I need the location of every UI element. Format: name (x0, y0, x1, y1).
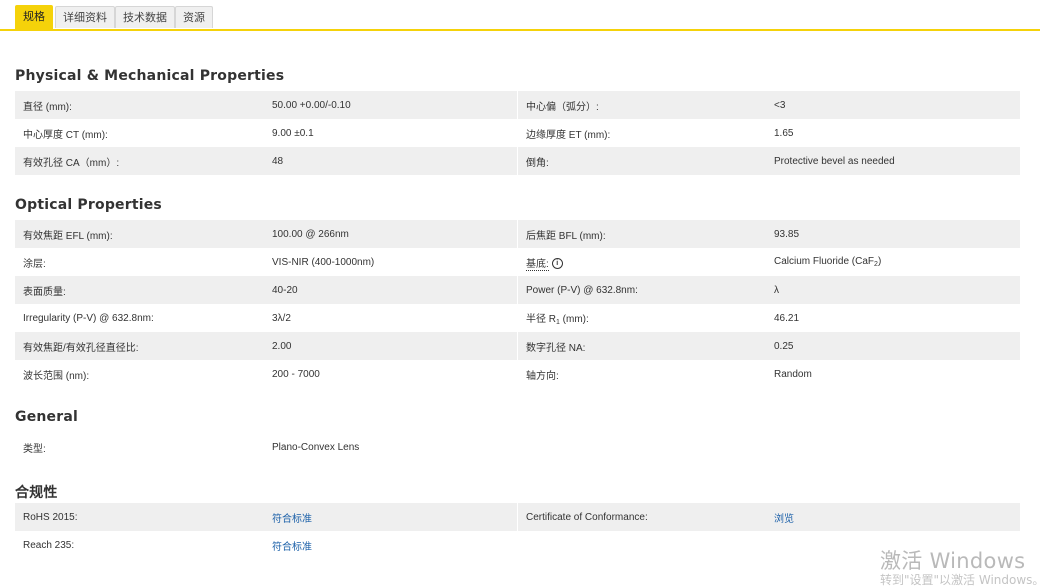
property-label: 倒角: (517, 147, 766, 175)
property-value: 3λ/2 (264, 304, 518, 332)
property-label: 数字孔径 NA: (517, 332, 766, 360)
section-title-general: General (15, 409, 78, 425)
property-label: 有效焦距 EFL (mm): (15, 220, 264, 248)
property-label-substrate[interactable]: 基底: i (518, 248, 767, 276)
property-value: 0.25 (766, 332, 1020, 360)
substrate-value: Calcium Fluoride (CaF (774, 256, 875, 267)
property-label: 有效孔径 CA（mm）: (15, 147, 264, 175)
property-value: 50.00 +0.00/-0.10 (264, 91, 518, 119)
section-title-compliance: 合规性 (15, 485, 58, 501)
substrate-value-end: ) (877, 256, 882, 267)
property-label: 中心厚度 CT (mm): (23, 129, 108, 141)
table-row: 涂层: VIS-NIR (400-1000nm) 基底: i Calcium Fl… (15, 248, 1020, 276)
physical-properties-table: 直径 (mm): 50.00 +0.00/-0.10 中心偏（弧分）: <3 中… (15, 91, 1020, 175)
property-label: 类型: (23, 443, 46, 455)
tab-specs[interactable]: 规格 (15, 5, 53, 29)
property-value: 40-20 (264, 276, 518, 304)
property-label: 轴方向: (526, 370, 559, 382)
property-label: 半径 R1 (mm): (518, 304, 767, 332)
optical-properties-table: 有效焦距 EFL (mm): 100.00 @ 266nm 后焦距 BFL (m… (15, 220, 1020, 388)
radius-label-end: (mm): (559, 314, 589, 325)
property-value: 9.00 ±0.1 (264, 119, 518, 147)
property-value: 200 - 7000 (264, 360, 518, 388)
table-row: 中心厚度 CT (mm): 9.00 ±0.1 边缘厚度 ET (mm): 1.… (15, 119, 1020, 147)
tab-bar: 规格 详细资料 技术数据 资源 (0, 0, 1040, 31)
info-icon[interactable]: i (551, 258, 563, 270)
property-label: Irregularity (P-V) @ 632.8nm: (23, 312, 154, 324)
tab-details[interactable]: 详细资料 (55, 6, 115, 28)
table-row: 表面质量: 40-20 Power (P-V) @ 632.8nm: λ (15, 276, 1020, 304)
property-value: 2.00 (264, 332, 518, 360)
substrate-label[interactable]: 基底: (526, 258, 549, 271)
section-title-physical: Physical & Mechanical Properties (15, 68, 285, 84)
property-value: <3 (766, 91, 1020, 119)
general-properties-table: 类型: Plano-Convex Lens (15, 433, 1020, 461)
table-row: Reach 235: 符合标准 (15, 531, 1020, 559)
section-title-optical: Optical Properties (15, 197, 162, 213)
radius-label: 半径 R (526, 314, 556, 325)
property-label: 边缘厚度 ET (mm): (526, 129, 611, 141)
table-row: 波长范围 (nm): 200 - 7000 轴方向: Random (15, 360, 1020, 388)
property-value: λ (766, 276, 1020, 304)
property-value: 符合标准 (264, 531, 518, 559)
property-label: 有效焦距/有效孔径直径比: (15, 332, 264, 360)
property-value: 1.65 (774, 127, 794, 139)
property-label: Reach 235: (23, 539, 75, 551)
table-row: Irregularity (P-V) @ 632.8nm: 3λ/2 半径 R1… (15, 304, 1020, 332)
rohs-compliant-link[interactable]: 符合标准 (272, 514, 312, 525)
property-value: 48 (264, 147, 518, 175)
table-row: 有效孔径 CA（mm）: 48 倒角: Protective bevel as … (15, 147, 1020, 175)
property-label: 直径 (mm): (15, 91, 264, 119)
reach-compliant-link[interactable]: 符合标准 (272, 542, 312, 553)
property-label: 中心偏（弧分）: (517, 91, 766, 119)
tab-tech-data[interactable]: 技术数据 (115, 6, 175, 28)
property-value: VIS-NIR (400-1000nm) (264, 248, 518, 276)
property-value: Calcium Fluoride (CaF2) (766, 248, 1020, 276)
property-label: RoHS 2015: (15, 503, 264, 531)
property-value: 100.00 @ 266nm (264, 220, 518, 248)
table-row: 有效焦距 EFL (mm): 100.00 @ 266nm 后焦距 BFL (m… (15, 220, 1020, 248)
property-label: 后焦距 BFL (mm): (517, 220, 766, 248)
property-label: 涂层: (23, 258, 46, 270)
property-value: 符合标准 (264, 503, 518, 531)
table-row: 有效焦距/有效孔径直径比: 2.00 数字孔径 NA: 0.25 (15, 332, 1020, 360)
certificate-view-link[interactable]: 浏览 (774, 514, 794, 525)
property-label: 表面质量: (15, 276, 264, 304)
property-label: Certificate of Conformance: (517, 503, 766, 531)
property-label: 波长范围 (nm): (23, 370, 90, 382)
property-value: Random (774, 368, 812, 380)
table-row: 直径 (mm): 50.00 +0.00/-0.10 中心偏（弧分）: <3 (15, 91, 1020, 119)
windows-activation-hint: 转到"设置"以激活 Windows。 (880, 573, 1040, 587)
property-value: 93.85 (766, 220, 1020, 248)
table-row: 类型: Plano-Convex Lens (15, 433, 1020, 461)
property-value: Plano-Convex Lens (264, 433, 518, 461)
tab-resources[interactable]: 资源 (175, 6, 213, 28)
table-row: RoHS 2015: 符合标准 Certificate of Conforman… (15, 503, 1020, 531)
property-value: Protective bevel as needed (766, 147, 1020, 175)
property-label: Power (P-V) @ 632.8nm: (517, 276, 766, 304)
property-value: 46.21 (774, 312, 800, 324)
compliance-table: RoHS 2015: 符合标准 Certificate of Conforman… (15, 503, 1020, 559)
property-value: 浏览 (766, 503, 1020, 531)
